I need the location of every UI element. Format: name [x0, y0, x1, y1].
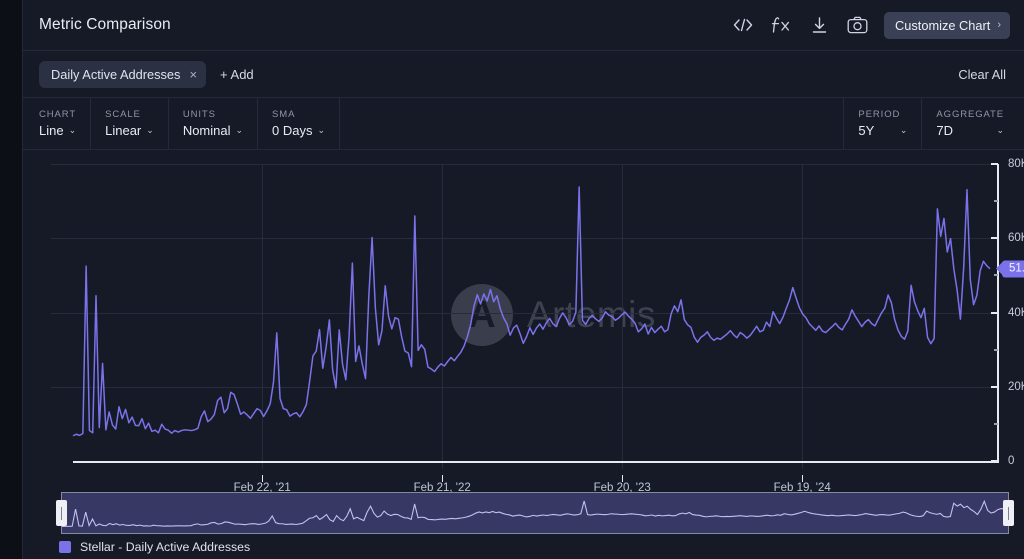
- period-value-text: 5Y: [858, 123, 875, 138]
- chart-type-dropdown[interactable]: CHART Line ⌄: [23, 98, 92, 149]
- card-header: Metric Comparison Customize Chart ›: [23, 0, 1024, 51]
- chart-type-label: CHART: [39, 109, 77, 120]
- y-axis-tick: [994, 348, 998, 351]
- page-title: Metric Comparison: [39, 16, 171, 33]
- header-actions: Customize Chart ›: [732, 11, 1010, 39]
- y-axis-tick-label: 0: [1008, 455, 1015, 467]
- chevron-down-icon: ⌄: [235, 125, 244, 135]
- scale-dropdown[interactable]: SCALE Linear ⌄: [91, 98, 169, 149]
- brush-handle-left[interactable]: [56, 500, 67, 526]
- screenshot-camera-icon[interactable]: [846, 14, 868, 36]
- brush-sparkline: [62, 499, 1008, 528]
- legend-color-swatch: [59, 541, 71, 553]
- add-metric-button[interactable]: + Add: [220, 67, 254, 82]
- y-axis-tick: [991, 385, 998, 388]
- download-icon[interactable]: [808, 14, 830, 36]
- customize-chart-label: Customize Chart: [895, 17, 991, 33]
- sma-value-text: 0 Days: [272, 123, 313, 138]
- close-icon[interactable]: ×: [189, 68, 197, 81]
- units-value: Nominal ⌄: [183, 123, 243, 138]
- scale-value-text: Linear: [105, 123, 142, 138]
- chart-legend: Stellar - Daily Active Addresses: [59, 540, 250, 554]
- y-axis-tick: [994, 200, 998, 203]
- chevron-right-icon: ›: [997, 19, 1001, 31]
- clear-all-button[interactable]: Clear All: [958, 67, 1006, 82]
- aggregate-value-text: 7D: [936, 123, 954, 138]
- app-root: Metric Comparison Customize Chart › Dail…: [0, 0, 1024, 559]
- units-label: UNITS: [182, 109, 216, 120]
- brush-handle-right[interactable]: [1003, 500, 1014, 526]
- units-value-text: Nominal: [182, 123, 231, 138]
- scale-label: SCALE: [105, 109, 141, 120]
- sma-value: 0 Days ⌄: [272, 123, 325, 138]
- metric-chip-daily-active-addresses[interactable]: Daily Active Addresses ×: [39, 60, 207, 88]
- y-axis-tick-label: 20K: [1008, 380, 1024, 393]
- last-value-badge: 51.8K: [1002, 260, 1024, 278]
- y-axis-tick: [994, 422, 998, 425]
- chart-type-value-text: Line: [39, 123, 64, 138]
- x-axis-tick: [622, 475, 624, 482]
- y-axis-tick: [991, 311, 998, 314]
- plot-canvas[interactable]: A Artemis Feb 22, '21 Feb 21, '22 Feb 20, …: [51, 158, 1024, 494]
- y-axis-tick: [991, 163, 998, 165]
- x-axis-tick: [442, 475, 444, 482]
- scale-value: Linear ⌄: [105, 123, 154, 138]
- x-axis-line: [73, 461, 998, 463]
- sma-dropdown[interactable]: SMA 0 Days ⌄: [258, 98, 341, 149]
- period-value: 5Y ⌄: [858, 123, 907, 138]
- y-axis-tick-label: 40K: [1008, 306, 1024, 319]
- aggregate-value: 7D ⌄: [936, 123, 1004, 138]
- chart-control-bar: CHART Line ⌄ SCALE Linear ⌄ UNITS Nomina…: [23, 98, 1024, 150]
- chart-area[interactable]: A Artemis Feb 22, '21 Feb 21, '22 Feb 20, …: [23, 150, 1024, 494]
- x-axis-tick: [802, 475, 804, 482]
- y-axis-tick: [991, 237, 998, 240]
- metric-chips-row: Daily Active Addresses × + Add Clear All: [23, 51, 1024, 98]
- y-axis-tick-label: 80K: [1008, 158, 1024, 170]
- y-axis-line: [997, 164, 999, 463]
- chevron-down-icon: ⌄: [899, 125, 908, 135]
- legend-item-label: Stellar - Daily Active Addresses: [80, 540, 251, 554]
- aggregate-label: AGGREGATE: [936, 109, 1004, 120]
- formula-fx-icon[interactable]: [770, 14, 792, 36]
- chart-type-value: Line ⌄: [39, 123, 76, 138]
- x-axis-tick: [262, 475, 264, 482]
- metric-comparison-card: Metric Comparison Customize Chart › Dail…: [22, 0, 1024, 559]
- range-selector-brush[interactable]: [56, 492, 1014, 534]
- control-bar-spacer: [340, 98, 843, 149]
- y-axis-tick-label: 60K: [1008, 232, 1024, 245]
- customize-chart-button[interactable]: Customize Chart ›: [884, 11, 1010, 39]
- aggregate-dropdown[interactable]: AGGREGATE 7D ⌄: [921, 98, 1024, 149]
- chevron-down-icon: ⌄: [146, 125, 154, 135]
- chevron-down-icon: ⌄: [317, 125, 326, 135]
- chevron-down-icon: ⌄: [996, 125, 1004, 135]
- period-label: PERIOD: [858, 109, 901, 120]
- metric-chip-label: Daily Active Addresses: [51, 66, 181, 82]
- units-dropdown[interactable]: UNITS Nominal ⌄: [169, 98, 259, 149]
- period-dropdown[interactable]: PERIOD 5Y ⌄: [843, 98, 921, 149]
- y-axis-tick: [991, 460, 998, 462]
- series-line-stellar-daily-active-addresses: [72, 186, 991, 437]
- sma-label: SMA: [272, 109, 296, 120]
- embed-code-icon[interactable]: [732, 14, 754, 36]
- chevron-down-icon: ⌄: [68, 125, 77, 135]
